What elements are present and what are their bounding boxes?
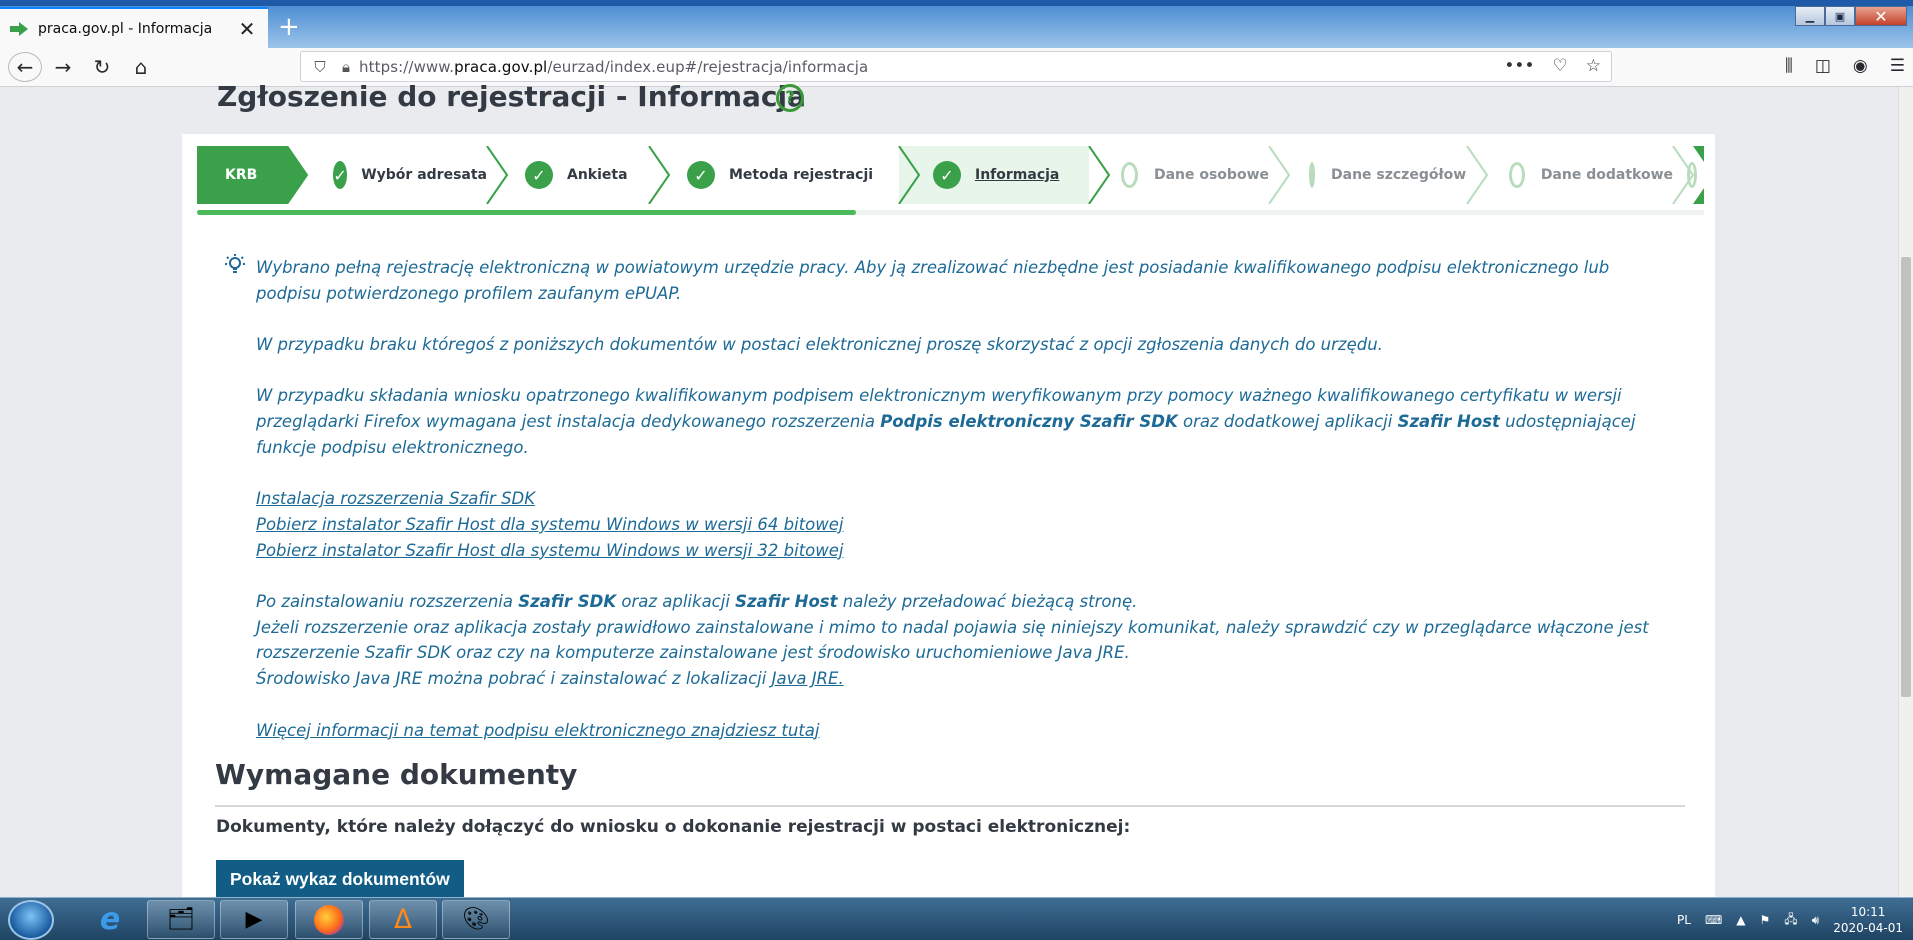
- close-window-icon[interactable]: ✕: [1855, 6, 1907, 26]
- download-szafir-host-64-link[interactable]: Pobierz instalator Szafir Host dla syste…: [256, 515, 844, 534]
- info-paragraph: W przypadku braku któregoś z poniższych …: [256, 335, 1383, 355]
- file-explorer-icon[interactable]: 🗂︎: [147, 900, 215, 939]
- start-button[interactable]: [8, 900, 54, 940]
- url-text[interactable]: https://www.praca.gov.pl/eurzad/index.eu…: [359, 58, 868, 76]
- maximize-icon[interactable]: ▣: [1825, 6, 1855, 26]
- more-icon[interactable]: •••: [1504, 56, 1534, 76]
- window-controls: ▁ ▣ ✕: [1795, 6, 1907, 26]
- media-player-icon[interactable]: ▶: [220, 900, 288, 939]
- browser-tab-bar: praca.gov.pl - Informacja ✕ + ▁ ▣ ✕: [0, 0, 1913, 48]
- sidebar-icon[interactable]: ◫: [1815, 56, 1831, 76]
- lightbulb-icon: [225, 254, 245, 273]
- more-info-signature-link[interactable]: Więcej informacji na temat podpisu elekt…: [256, 721, 820, 740]
- info-paragraph: Po zainstalowaniu rozszerzenia Szafir SD…: [256, 592, 1138, 612]
- required-documents-text: Dokumenty, które należy dołączyć do wnio…: [216, 817, 1131, 837]
- pocket-icon[interactable]: ♡: [1553, 56, 1568, 76]
- divider: [215, 805, 1685, 807]
- library-icon[interactable]: ⫼: [1785, 56, 1793, 76]
- stepper-progress-bar: [197, 210, 1704, 215]
- information-block: Wybrano pełną rejestrację elektroniczną …: [256, 255, 1656, 743]
- minimize-icon[interactable]: ▁: [1795, 6, 1825, 26]
- keyboard-icon[interactable]: ⌨: [1705, 913, 1722, 927]
- bookmark-star-icon[interactable]: ☆: [1586, 56, 1601, 76]
- page-title: Zgłoszenie do rejestracji - Informacja: [217, 80, 807, 113]
- tab-title: praca.gov.pl - Informacja: [38, 20, 213, 37]
- stepper-chevrons: [257, 146, 1704, 204]
- shield-icon[interactable]: ⛉: [307, 58, 333, 76]
- java-jre-link[interactable]: Java JRE.: [772, 669, 844, 688]
- app-flame-icon[interactable]: ᐃ: [369, 900, 437, 939]
- required-documents-heading: Wymagane dokumenty: [215, 758, 578, 791]
- scrollbar-thumb[interactable]: [1901, 257, 1911, 697]
- show-hidden-icons-icon[interactable]: ▲: [1736, 913, 1745, 927]
- network-icon[interactable]: 🖧︎: [1784, 910, 1797, 931]
- progress-fill: [197, 210, 856, 215]
- install-szafir-sdk-link[interactable]: Instalacja rozszerzenia Szafir SDK: [256, 489, 535, 508]
- arrow-favicon-icon: [10, 21, 28, 36]
- reload-icon[interactable]: ↻: [89, 55, 115, 79]
- home-icon[interactable]: ⌂: [128, 55, 154, 79]
- info-paragraph: W przypadku składania wniosku opatrzoneg…: [256, 386, 1636, 457]
- clock-date: 2020-04-01: [1833, 921, 1903, 935]
- firefox-icon[interactable]: [295, 900, 363, 939]
- forward-icon[interactable]: →: [50, 55, 76, 79]
- info-paragraph: Jeżeli rozszerzenie oraz aplikacja zosta…: [256, 617, 1649, 663]
- menu-icon[interactable]: ☰: [1890, 56, 1905, 76]
- help-icon[interactable]: ?: [776, 84, 804, 112]
- volume-icon[interactable]: 🔊︎: [1812, 913, 1820, 928]
- registration-stepper: KRB ✓ Wybór adresata ✓ Ankieta ✓ Metoda …: [197, 146, 1704, 204]
- browser-tab[interactable]: praca.gov.pl - Informacja ✕: [0, 7, 268, 48]
- vertical-scrollbar[interactable]: [1898, 87, 1913, 897]
- info-paragraph: Wybrano pełną rejestrację elektroniczną …: [256, 258, 1610, 303]
- url-bar[interactable]: ⛉ 🔒︎ https://www.praca.gov.pl/eurzad/ind…: [300, 51, 1612, 82]
- lock-icon[interactable]: 🔒︎: [333, 58, 359, 76]
- info-paragraph: Środowisko Java JRE można pobrać i zains…: [256, 669, 844, 689]
- clock[interactable]: 10:11 2020-04-01: [1833, 904, 1903, 936]
- system-tray: PL ⌨ ▲ ⚑ 🖧︎ 🔊︎ 10:11 2020-04-01: [1677, 904, 1903, 936]
- action-center-flag-icon[interactable]: ⚑: [1760, 913, 1771, 927]
- internet-explorer-icon[interactable]: e: [76, 900, 144, 939]
- download-szafir-host-32-link[interactable]: Pobierz instalator Szafir Host dla syste…: [256, 541, 844, 560]
- language-indicator[interactable]: PL: [1677, 913, 1691, 927]
- windows-taskbar: e 🗂︎ ▶ ᐃ 🎨︎ PL ⌨ ▲ ⚑ 🖧︎ 🔊︎ 10:11 2020-04…: [0, 897, 1913, 940]
- show-documents-button[interactable]: Pokaż wykaz dokumentów: [216, 860, 464, 898]
- paint-icon[interactable]: 🎨︎: [442, 900, 510, 939]
- account-icon[interactable]: ◉: [1853, 56, 1868, 76]
- close-tab-icon[interactable]: ✕: [236, 17, 258, 41]
- clock-time: 10:11: [1850, 905, 1886, 919]
- back-icon[interactable]: ←: [8, 52, 42, 82]
- new-tab-icon[interactable]: +: [278, 12, 300, 42]
